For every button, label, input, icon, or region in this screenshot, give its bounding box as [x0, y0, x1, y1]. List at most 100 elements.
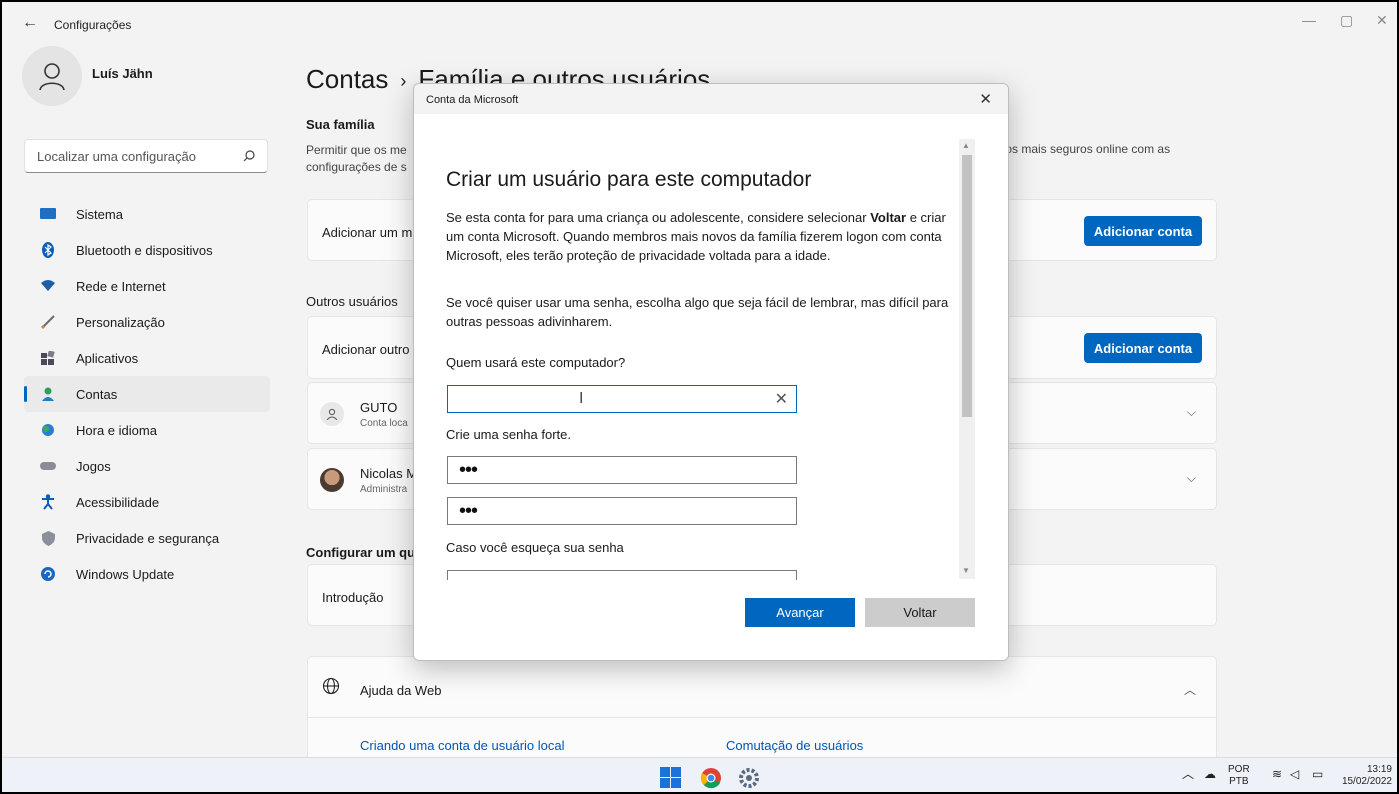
search-icon: [243, 150, 255, 162]
wifi-icon: [40, 278, 56, 294]
sidebar-item-label: Hora e idioma: [76, 422, 157, 438]
chevron-down-icon[interactable]: ⌵: [1187, 471, 1196, 486]
sidebar-item-acessibilidade[interactable]: Acessibilidade: [24, 484, 270, 520]
next-button[interactable]: Avançar: [745, 598, 855, 627]
sidebar-item-hora[interactable]: Hora e idioma: [24, 412, 270, 448]
user-photo: [320, 468, 344, 492]
sidebar-item-jogos[interactable]: Jogos: [24, 448, 270, 484]
search-placeholder: Localizar uma configuração: [37, 148, 196, 164]
sidebar-item-sistema[interactable]: Sistema: [24, 196, 270, 232]
windows-start-icon[interactable]: [660, 767, 682, 789]
sidebar-item-label: Rede e Internet: [76, 278, 166, 294]
sidebar-item-label: Acessibilidade: [76, 494, 160, 510]
divider: [308, 717, 1216, 718]
user-account-type: Conta loca: [360, 418, 408, 429]
dialog-title: Conta da Microsoft: [426, 94, 519, 106]
add-family-account-button[interactable]: Adicionar conta: [1084, 216, 1202, 246]
breadcrumb-parent[interactable]: Contas: [306, 64, 388, 94]
dialog-paragraph-password: Se você quiser usar uma senha, escolha a…: [446, 295, 949, 329]
dialog-scrollbar[interactable]: ▲ ▼: [959, 139, 975, 579]
close-icon[interactable]: ✕: [979, 90, 992, 108]
para-bold-text: Voltar: [870, 210, 907, 225]
sidebar-item-label: Privacidade e segurança: [76, 530, 220, 546]
cloud-icon[interactable]: ☁: [1204, 768, 1216, 780]
accessibility-icon: [40, 494, 56, 510]
password-label: Crie uma senha forte.: [446, 427, 572, 442]
taskbar: ︿ ☁ POR PTB ≋ ◁ ▭ 13:19 15/02/2022: [2, 757, 1397, 792]
who-label: Quem usará este computador?: [446, 355, 626, 370]
sidebar-item-contas[interactable]: Contas: [24, 376, 270, 412]
chevron-right-icon: ›: [400, 70, 407, 91]
user-name: GUTO: [360, 400, 398, 415]
chevron-up-icon[interactable]: ︿: [1184, 681, 1196, 698]
sidebar-nav: Sistema Bluetooth e dispositivos Rede e …: [24, 196, 270, 592]
settings-window: ← Configurações — ▢ ✕ Luís Jähn Localiza…: [0, 0, 1399, 794]
chevron-up-icon[interactable]: ︿: [1182, 768, 1194, 780]
sidebar-item-label: Bluetooth e dispositivos: [76, 242, 213, 258]
username-input[interactable]: I ✕: [447, 385, 797, 413]
dialog-title-bar: Conta da Microsoft ✕: [414, 84, 1008, 114]
scroll-up-icon[interactable]: ▲: [962, 141, 970, 150]
sidebar-item-aplicativos[interactable]: Aplicativos: [24, 340, 270, 376]
add-other-account-button[interactable]: Adicionar conta: [1084, 333, 1202, 363]
gamepad-icon: [40, 458, 56, 474]
dialog-paragraph-child: Se esta conta for para uma criança ou ad…: [446, 208, 958, 265]
chrome-icon[interactable]: [700, 767, 722, 789]
family-section-title: Sua família: [306, 117, 375, 132]
user-name: Luís Jähn: [92, 66, 153, 81]
kiosk-section-title: Configurar um qui: [306, 545, 419, 560]
back-button[interactable]: Voltar: [865, 598, 975, 627]
sidebar-item-label: Personalização: [76, 314, 165, 330]
sidebar-item-privacidade[interactable]: Privacidade e segurança: [24, 520, 270, 556]
confirm-password-mask: •••: [459, 500, 478, 522]
maximize-icon[interactable]: ▢: [1340, 12, 1353, 29]
password-mask: •••: [459, 459, 478, 481]
add-family-label: Adicionar um m: [322, 225, 413, 240]
battery-icon[interactable]: ▭: [1312, 768, 1323, 780]
globe-clock-icon: [40, 422, 56, 438]
volume-icon[interactable]: ◁: [1290, 768, 1299, 780]
chevron-down-icon[interactable]: ⌵: [1187, 405, 1196, 420]
update-icon: [40, 566, 56, 582]
family-desc-line: configurações de s: [306, 160, 407, 174]
sidebar-item-windows-update[interactable]: Windows Update: [24, 556, 270, 592]
sidebar-item-rede[interactable]: Rede e Internet: [24, 268, 270, 304]
intro-label: Introdução: [322, 590, 384, 605]
other-users-section-title: Outros usuários: [306, 294, 398, 309]
security-question-input[interactable]: [447, 570, 797, 580]
globe-icon: [322, 677, 340, 698]
sidebar-item-label: Sistema: [76, 206, 123, 222]
user-name: Nicolas M: [360, 466, 418, 481]
sidebar-item-label: Jogos: [76, 458, 111, 474]
clear-icon[interactable]: ✕: [775, 389, 788, 409]
scroll-down-icon[interactable]: ▼: [962, 566, 970, 575]
sidebar-item-label: Contas: [76, 386, 118, 402]
confirm-password-input[interactable]: •••: [447, 497, 797, 525]
avatar[interactable]: [22, 46, 82, 106]
sidebar-item-personalizacao[interactable]: Personalização: [24, 304, 270, 340]
add-other-label: Adicionar outro: [322, 342, 410, 357]
wifi-icon[interactable]: ≋: [1272, 768, 1282, 780]
user-account-type: Administra: [360, 484, 408, 495]
language-indicator[interactable]: POR PTB: [1228, 764, 1250, 788]
web-help-card: Ajuda da Web ︿ Criando uma conta de usuá…: [307, 656, 1217, 766]
minimize-icon[interactable]: —: [1302, 12, 1316, 28]
search-input[interactable]: Localizar uma configuração: [24, 139, 268, 173]
clock[interactable]: 13:19 15/02/2022: [1336, 764, 1392, 788]
time: 13:19: [1366, 764, 1392, 775]
brush-icon: [40, 314, 56, 330]
password-input[interactable]: •••: [447, 456, 797, 484]
family-desc-right: ɔs mais seguros online com as: [1006, 142, 1171, 156]
web-help-label: Ajuda da Web: [360, 683, 442, 698]
sidebar-item-label: Windows Update: [76, 566, 175, 582]
scroll-thumb[interactable]: [962, 155, 972, 417]
link-create-local-account[interactable]: Criando uma conta de usuário local: [360, 738, 565, 753]
title-bar: ← Configurações — ▢ ✕: [2, 2, 1397, 42]
settings-gear-icon[interactable]: [738, 767, 760, 789]
accounts-icon: [40, 386, 56, 402]
close-icon[interactable]: ✕: [1376, 12, 1388, 29]
apps-icon: [40, 350, 56, 366]
sidebar-item-bluetooth[interactable]: Bluetooth e dispositivos: [24, 232, 270, 268]
back-arrow-icon[interactable]: ←: [22, 14, 38, 32]
link-switch-users[interactable]: Comutação de usuários: [726, 738, 863, 753]
